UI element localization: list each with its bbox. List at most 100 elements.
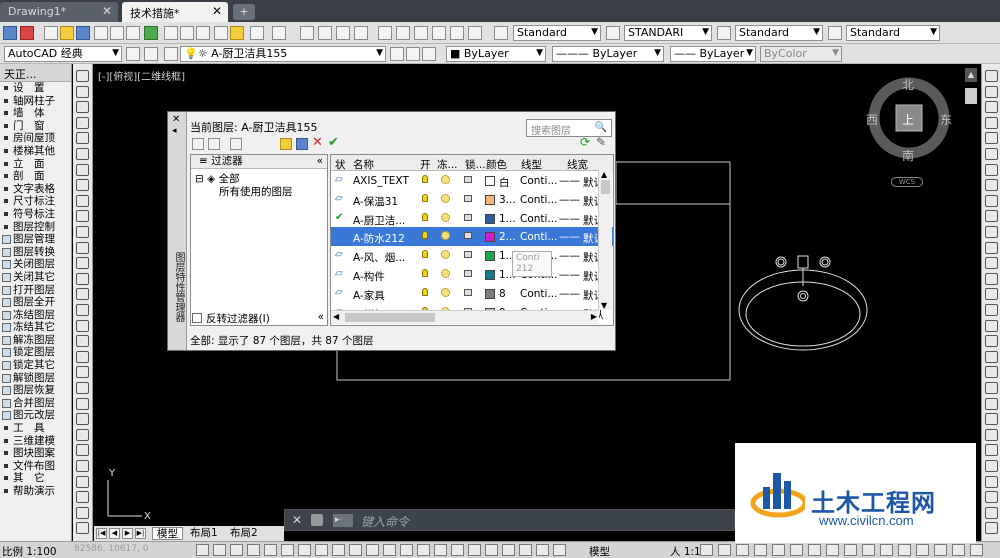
new-tab-button[interactable]: + <box>233 4 255 20</box>
scale-readout[interactable]: 比例 1:100 <box>2 544 57 558</box>
mirror-icon[interactable] <box>985 350 998 363</box>
color-swatch[interactable] <box>485 194 495 205</box>
tianzheng-item[interactable]: 图块图案 <box>0 447 71 460</box>
settings-icon[interactable]: ✎ <box>596 135 606 149</box>
mirror-icon[interactable] <box>985 101 998 114</box>
wcs-button[interactable]: WCS <box>891 177 923 187</box>
tianzheng-item[interactable]: 冻结图层 <box>0 309 71 322</box>
unlock-icon[interactable] <box>464 176 472 183</box>
col-status[interactable]: 状 <box>335 157 346 172</box>
erase-icon[interactable] <box>985 70 998 82</box>
status-toggle-icon[interactable] <box>553 544 566 556</box>
status-tool-icon[interactable] <box>844 544 857 556</box>
unlock-icon[interactable] <box>464 269 472 277</box>
tianzheng-item[interactable]: 楼梯其他 <box>0 145 71 158</box>
layer-name[interactable]: A-保温31 <box>353 194 398 209</box>
set-current-icon[interactable]: ✔ <box>328 135 339 150</box>
copy-icon[interactable] <box>985 335 998 348</box>
insert-block-icon[interactable] <box>76 241 89 254</box>
explode-icon[interactable] <box>985 304 998 316</box>
pan-icon[interactable] <box>300 26 314 40</box>
status-tool-icon[interactable] <box>880 544 893 556</box>
col-on[interactable]: 开 <box>420 157 431 172</box>
line-icon[interactable] <box>76 382 89 394</box>
tianzheng-item[interactable]: 门 窗 <box>0 120 71 133</box>
layer-row[interactable]: ▱ A-保温31 3... Conti... —— 默认 <box>331 190 613 209</box>
status-tool-icon[interactable] <box>952 544 965 556</box>
bulb-icon[interactable] <box>422 193 428 202</box>
construction-line-icon[interactable] <box>76 85 89 98</box>
close-icon[interactable]: ✕ <box>172 114 180 125</box>
layer-grid-vscroll[interactable]: ▲ ▼ <box>598 170 612 310</box>
status-toggle-icon[interactable] <box>383 544 396 556</box>
layer-grid-hscroll[interactable]: ◀ ▶ <box>331 310 599 324</box>
delete-layer-icon[interactable]: ✕ <box>312 135 323 150</box>
make-current-icon[interactable] <box>390 47 404 61</box>
status-toggle-icon[interactable] <box>349 544 362 556</box>
layer-color-label[interactable]: 白 <box>499 175 510 190</box>
scroll-left-icon[interactable]: ◀ <box>333 312 339 321</box>
table-style-select[interactable]: Standard ▼ <box>735 25 823 41</box>
zoom-realtime-icon[interactable] <box>318 26 332 40</box>
scroll-down-icon[interactable]: ▼ <box>601 301 607 310</box>
tianzheng-item[interactable]: 剖 面 <box>0 170 71 183</box>
tianzheng-item[interactable]: 文件布图 <box>0 460 71 473</box>
status-toggle-icon[interactable] <box>298 544 311 556</box>
scroll-up-icon[interactable]: ▲ <box>965 68 977 82</box>
status-toggle-icon[interactable] <box>519 544 532 556</box>
tianzheng-item[interactable]: 符号标注 <box>0 208 71 221</box>
save-icon[interactable] <box>76 26 90 40</box>
pin-icon[interactable]: ◂ <box>172 126 177 136</box>
linetype-select[interactable]: ——— ByLayer ▼ <box>552 46 664 62</box>
layer-linetype[interactable]: Conti... <box>520 288 557 300</box>
make-block-icon[interactable] <box>76 257 89 270</box>
layer-linetype[interactable]: Conti... <box>520 194 557 206</box>
compass-top[interactable]: 上 <box>902 111 914 128</box>
tianzheng-item[interactable]: 墙 体 <box>0 107 71 120</box>
sun-icon[interactable] <box>441 287 450 297</box>
tianzheng-item[interactable]: 图层控制 <box>0 221 71 234</box>
layer-name[interactable]: A-家具 <box>353 288 385 303</box>
status-tool-icon[interactable] <box>700 544 713 556</box>
compass-east[interactable]: 东 <box>940 111 952 128</box>
polyline-icon[interactable] <box>76 413 89 426</box>
move-icon[interactable] <box>985 397 998 410</box>
status-tool-icon[interactable] <box>718 544 731 556</box>
revision-cloud-icon[interactable] <box>76 491 89 504</box>
layer-name[interactable]: AXIS_TEXT <box>353 175 409 187</box>
join-icon[interactable] <box>985 257 998 270</box>
markup-icon[interactable] <box>450 26 464 40</box>
bulb-icon[interactable] <box>422 287 428 296</box>
bulb-icon[interactable] <box>422 250 428 259</box>
undo-icon[interactable] <box>250 26 264 40</box>
tianzheng-item[interactable]: 其 它 <box>0 472 71 485</box>
array-icon[interactable] <box>985 132 998 145</box>
tianzheng-item[interactable]: 锁定图层 <box>0 346 71 359</box>
status-toggle-icon[interactable] <box>213 544 226 556</box>
break-icon[interactable] <box>985 491 998 504</box>
circle-icon[interactable] <box>76 475 89 488</box>
status-tool-icon[interactable] <box>862 544 875 556</box>
design-center-icon[interactable] <box>396 26 410 40</box>
scroll-up-icon[interactable]: ▲ <box>601 170 607 179</box>
table-icon[interactable] <box>76 335 89 348</box>
trim-icon[interactable] <box>985 210 998 223</box>
tab-active-drawing[interactable]: 技术措施* ✕ <box>122 2 228 22</box>
arc-icon[interactable] <box>76 148 89 160</box>
expand-icon[interactable]: ⊟ ◈ <box>195 173 219 185</box>
layer-row[interactable]: ▱ A-家具 8 Conti... —— 默认 <box>331 284 613 303</box>
tianzheng-item[interactable]: 解冻图层 <box>0 334 71 347</box>
collapse-icon[interactable]: « <box>318 311 324 323</box>
rotate-icon[interactable] <box>985 413 998 426</box>
scroll-thumb[interactable] <box>601 180 610 194</box>
status-tool-icon[interactable] <box>736 544 749 556</box>
collapse-icon[interactable]: « <box>317 155 323 168</box>
workspace-icon[interactable] <box>144 47 158 61</box>
status-tool-icon[interactable] <box>754 544 767 556</box>
construction-line-icon[interactable] <box>76 397 89 410</box>
layer-previous-icon[interactable] <box>406 47 420 61</box>
spline-icon[interactable] <box>76 506 89 519</box>
tool-palettes-icon[interactable] <box>414 26 428 40</box>
tianzheng-item[interactable]: 打开图层 <box>0 284 71 297</box>
calculator-icon[interactable] <box>468 26 482 40</box>
